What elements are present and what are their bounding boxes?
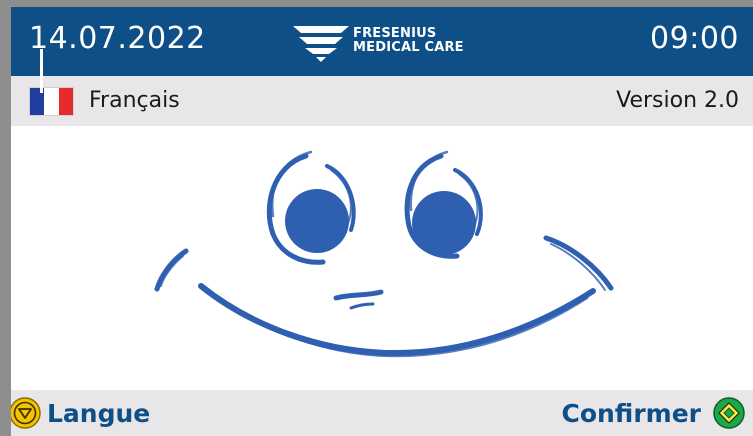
selected-language: Français <box>89 88 180 113</box>
text-cursor <box>40 49 43 93</box>
fresenius-logo-icon <box>293 26 349 62</box>
flag-stripe-white <box>44 88 59 115</box>
logo-line-1: FRESENIUS <box>353 26 437 41</box>
smiley-face-icon <box>154 150 614 358</box>
softkey-bar: Langue Confirmer <box>11 390 753 436</box>
logo-line-2: MEDICAL CARE <box>353 40 464 55</box>
down-arrow-key-icon <box>11 397 41 429</box>
france-flag-icon <box>29 87 74 116</box>
logo-text: FRESENIUS MEDICAL CARE <box>353 27 464 55</box>
flag-stripe-red <box>58 88 73 115</box>
language-info-bar: Français Version 2.0 <box>11 76 753 126</box>
header-bar: 14.07.2022 FRESENIUS MEDICAL CARE 09:00 <box>11 7 753 76</box>
language-softkey-label: Langue <box>47 398 151 428</box>
left-eye <box>285 189 349 253</box>
device-screen: 14.07.2022 FRESENIUS MEDICAL CARE 09:00 <box>11 7 753 436</box>
main-content <box>11 126 753 390</box>
device-frame: 14.07.2022 FRESENIUS MEDICAL CARE 09:00 <box>0 0 753 436</box>
confirm-softkey-label: Confirmer <box>561 398 701 428</box>
right-eye <box>412 191 476 255</box>
language-softkey[interactable]: Langue <box>11 390 150 436</box>
confirm-key-icon <box>713 397 745 429</box>
version-label: Version 2.0 <box>616 88 739 113</box>
date-display: 14.07.2022 <box>29 21 206 56</box>
time-display: 09:00 <box>650 21 739 56</box>
fresenius-logo: FRESENIUS MEDICAL CARE <box>293 24 493 64</box>
confirm-softkey[interactable]: Confirmer <box>561 390 745 436</box>
